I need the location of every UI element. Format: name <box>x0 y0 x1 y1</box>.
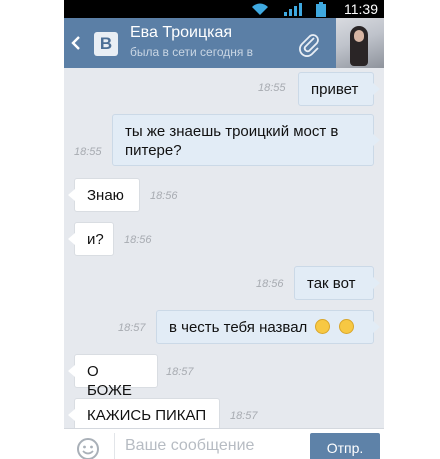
clock: 11:39 <box>344 1 378 17</box>
message-bubble-outgoing[interactable]: ты же знаешь троицкий мост в питере? <box>112 114 380 166</box>
message-text: КАЖИСЬ ПИКАП <box>87 407 207 424</box>
message-text: привет <box>311 81 359 98</box>
message-bubble-outgoing[interactable]: так вот <box>294 266 380 300</box>
message-bubble-incoming[interactable]: и? <box>68 222 114 256</box>
phone-screen: 11:39 В Ева Троицкая была в сети сегодня… <box>64 0 384 459</box>
message-text: ты же знаешь троицкий мост в питере? <box>125 123 339 159</box>
message-list[interactable]: 18:55 привет 18:55 ты же знаешь троицкий… <box>64 68 384 432</box>
message-bubble-incoming[interactable]: Знаю <box>68 178 140 212</box>
message-text: и? <box>87 231 104 248</box>
vk-logo[interactable]: В <box>94 32 118 56</box>
smiley-icon[interactable] <box>76 437 100 459</box>
message-bubble-incoming[interactable]: О БОЖЕ <box>68 354 158 399</box>
signal-icon <box>284 3 302 16</box>
message-time: 18:57 <box>230 410 258 422</box>
message-time: 18:57 <box>166 366 194 378</box>
smirk-emoji-icon <box>338 319 354 334</box>
back-arrow-icon[interactable] <box>70 35 82 51</box>
message-time: 18:56 <box>124 234 152 246</box>
message-text: так вот <box>307 275 356 292</box>
message-text: в честь тебя назвал <box>169 319 308 336</box>
message-time: 18:55 <box>74 146 102 158</box>
last-seen-status: была в сети сегодня в <box>130 45 254 59</box>
message-bubble-incoming[interactable]: КАЖИСЬ ПИКАП <box>68 398 220 432</box>
message-bubble-outgoing[interactable]: привет <box>298 72 380 106</box>
message-text: Знаю <box>87 187 124 204</box>
smirk-emoji-icon <box>315 319 331 334</box>
wifi-icon <box>252 3 268 15</box>
battery-icon <box>316 2 326 17</box>
contact-name[interactable]: Ева Троицкая <box>130 24 232 42</box>
avatar-face <box>354 30 364 42</box>
status-bar: 11:39 <box>64 0 384 18</box>
message-time: 18:55 <box>258 82 286 94</box>
paperclip-icon[interactable] <box>296 31 322 57</box>
message-time: 18:56 <box>150 190 178 202</box>
chat-header: В Ева Троицкая была в сети сегодня в <box>64 18 384 68</box>
message-text: О БОЖЕ <box>87 363 132 399</box>
send-button[interactable]: Отпр. <box>310 433 380 459</box>
avatar[interactable] <box>336 18 384 68</box>
message-input[interactable] <box>114 433 315 459</box>
message-time: 18:56 <box>256 278 284 290</box>
message-bubble-outgoing[interactable]: в честь тебя назвал <box>156 310 380 344</box>
message-composer: Отпр. <box>64 428 384 459</box>
message-time: 18:57 <box>118 322 146 334</box>
